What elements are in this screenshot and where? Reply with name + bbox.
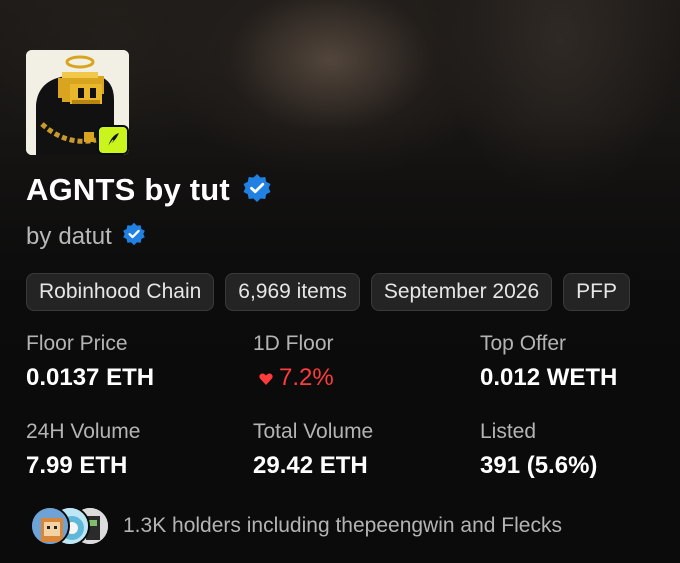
stat-listed: Listed 391 (5.6%) [480,420,597,480]
stat-floor-price: Floor Price 0.0137 ETH [26,332,154,392]
chip-items[interactable]: 6,969 items [225,273,360,311]
creator-prefix: by [26,222,52,250]
stat-label: Floor Price [26,332,128,355]
stat-1d-floor: 1D Floor 7.2% [253,332,334,392]
stat-label: Listed [480,420,537,443]
down-trend-heart-icon [259,364,273,392]
chip-date[interactable]: September 2026 [370,273,553,311]
collection-title-row: AGNTS by tut [26,172,272,208]
floor-change-percent: 7.2% [279,364,334,391]
stat-label: 24H Volume [26,420,141,443]
stat-value: 29.42 ETH [253,452,368,479]
collection-title: AGNTS by tut [26,172,230,207]
holders-summary: 1.3K holders including thepeengwin and F… [123,514,562,537]
stat-label: Total Volume [253,420,374,443]
stat-value: 7.99 ETH [26,452,128,479]
stat-value: 0.012 WETH [480,364,618,391]
stat-value-change: 7.2% [253,364,334,392]
holder-avatars [30,506,110,546]
chip-chain[interactable]: Robinhood Chain [26,273,215,311]
collection-tags: Robinhood Chain 6,969 items September 2026… [26,273,654,311]
stat-label: 1D Floor [253,332,334,355]
stat-value: 391 (5.6%) [480,452,598,479]
stat-24h-volume: 24H Volume 7.99 ETH [26,420,140,480]
verified-badge-icon [242,173,272,208]
creator-verified-icon [122,222,146,251]
stat-total-volume: Total Volume 29.42 ETH [253,420,373,480]
creator-row[interactable]: by datut [26,222,146,251]
stat-label: Top Offer [480,332,566,355]
chain-badge [97,125,129,155]
stat-value: 0.0137 ETH [26,364,155,391]
creator-name[interactable]: datut [58,223,111,251]
robinhood-feather-icon [107,133,119,148]
chip-category[interactable]: PFP [563,273,630,311]
holder-avatar-penguin [30,506,70,546]
stat-top-offer: Top Offer 0.012 WETH [480,332,617,392]
holders-row[interactable]: 1.3K holders including thepeengwin and F… [30,506,562,546]
